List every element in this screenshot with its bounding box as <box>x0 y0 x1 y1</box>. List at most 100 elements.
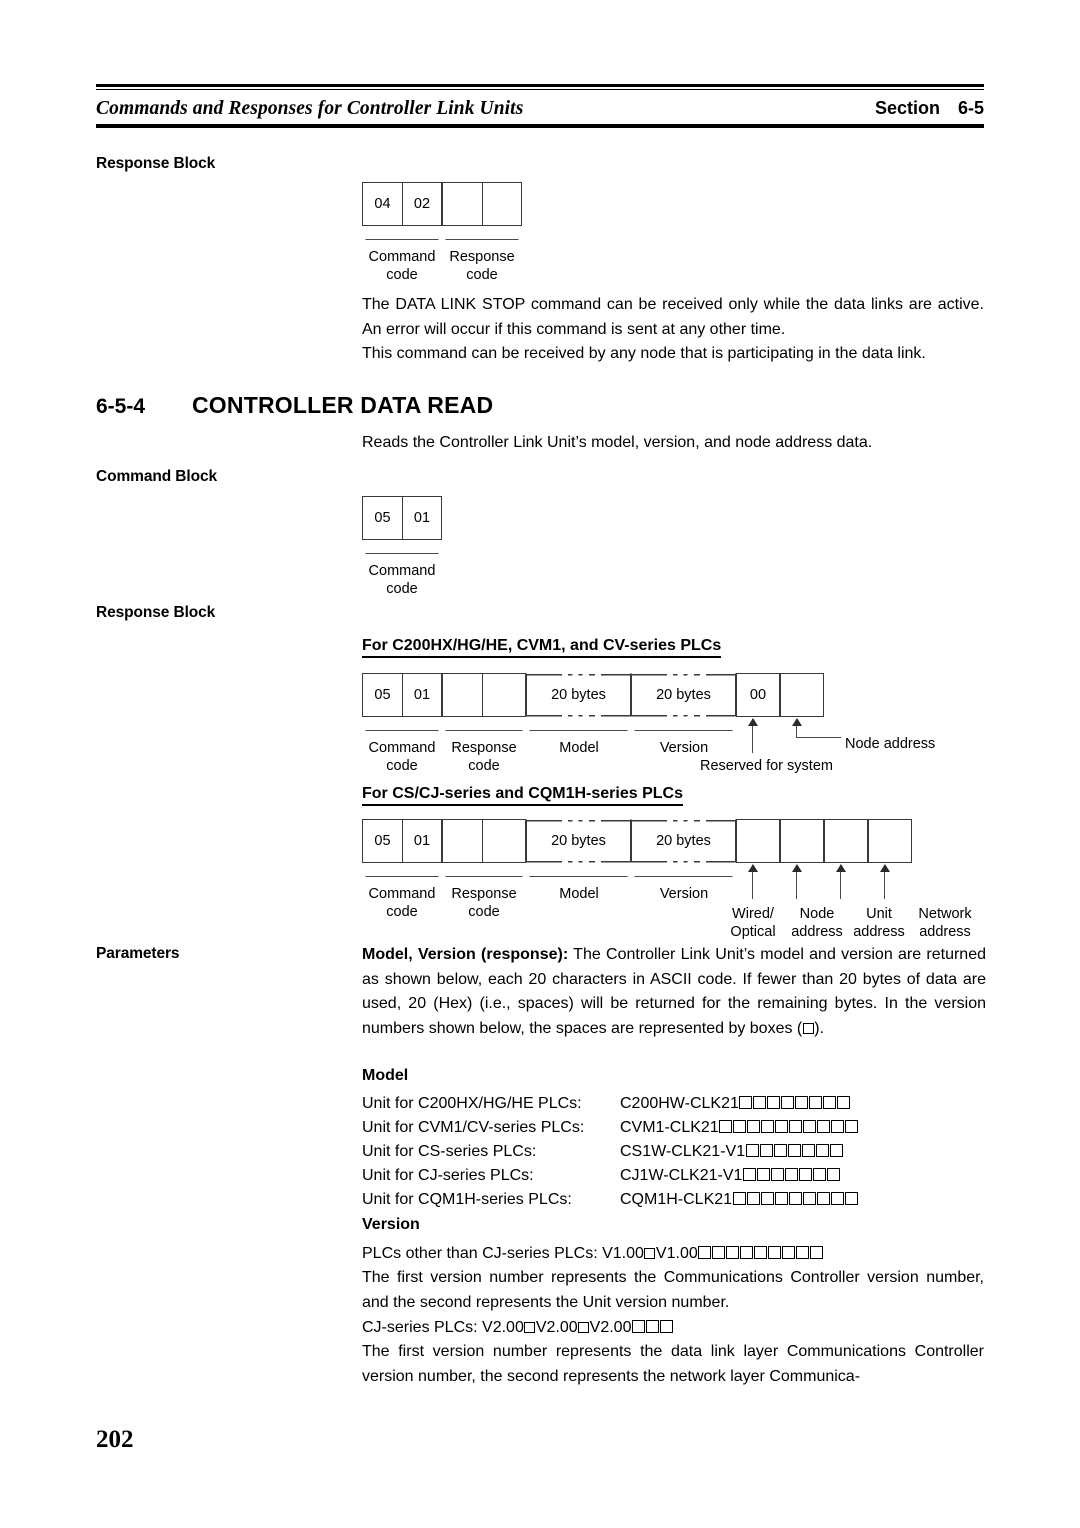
model-row-value: CS1W-CLK21-V1 <box>620 1143 746 1160</box>
box-glyph-icon <box>742 1168 756 1181</box>
box-glyph-icon <box>803 1120 817 1133</box>
box-glyph-icon <box>837 1096 851 1109</box>
box-glyph-icon <box>784 1168 798 1181</box>
header-section-number: 6-5 <box>957 98 984 118</box>
box-glyph-icon <box>802 1192 816 1205</box>
box-glyph-icon <box>775 1120 789 1133</box>
box-glyph-icon <box>698 1246 712 1259</box>
parameters-lead-bold: Model, Version (response): <box>362 946 569 963</box>
brace-model <box>532 863 625 877</box>
cell-model: 20 bytes <box>526 819 631 863</box>
diagram-labels: Command code Response code Model Version… <box>362 733 936 789</box>
cell-version: 20 bytes <box>631 673 736 717</box>
section-heading: 6-5-4 CONTROLLER DATA READ <box>96 392 493 419</box>
box-glyph-icon <box>815 1144 829 1157</box>
box-glyph-icon <box>631 1320 645 1333</box>
model-row-boxes <box>742 1167 840 1184</box>
cell-command-hi: 05 <box>362 673 403 717</box>
model-row-value: CQM1H-CLK21 <box>620 1191 733 1208</box>
brace-model <box>532 717 625 731</box>
model-row-label: Unit for CQM1H-series PLCs: <box>362 1191 572 1208</box>
label-wired-optical: Wired/ Optical <box>730 906 776 940</box>
box-glyph-icon <box>796 1246 810 1259</box>
box-glyph-icon <box>747 1120 761 1133</box>
label-node-address: Node address <box>845 736 936 752</box>
box-glyph-icon <box>782 1246 796 1259</box>
label-model: Model <box>559 886 599 902</box>
diagram-cells: 05 01 <box>362 496 442 540</box>
document-page: Commands and Responses for Controller Li… <box>0 0 1080 1528</box>
diagram-braces <box>362 540 442 556</box>
brace-response <box>448 717 520 731</box>
version-other-boxes <box>698 1245 824 1262</box>
version-other-v2: V1.00 <box>655 1245 698 1262</box>
diagram-labels: Command code Response code <box>362 242 522 286</box>
diagram-response-stop: 04 02 Command code Response code <box>362 182 522 286</box>
box-glyph-icon <box>817 1120 831 1133</box>
cell-command-hi: 05 <box>362 496 403 540</box>
label-response-code: Response code <box>449 249 515 283</box>
box-glyph-icon <box>712 1246 726 1259</box>
version-other-label: PLCs other than CJ-series PLCs: <box>362 1245 598 1262</box>
model-row: Unit for CS-series PLCs: CS1W-CLK21-V1 <box>362 1140 843 1164</box>
box-glyph-icon <box>801 1144 815 1157</box>
version-row-cj: CJ-series PLCs: V2.00 V2.00 V2.00 <box>362 1316 673 1340</box>
box-glyph-icon <box>810 1246 824 1259</box>
label-command-code: Command code <box>368 563 436 597</box>
cell-command-lo: 01 <box>402 496 442 540</box>
box-glyph-icon <box>830 1192 844 1205</box>
section-heading-title: CONTROLLER DATA READ <box>192 392 494 418</box>
model-row: Unit for CVM1/CV-series PLCs: CVM1-CLK21 <box>362 1116 859 1140</box>
diagram-cells: 05 01 20 bytes 20 bytes <box>362 819 912 863</box>
version-cj-v2: V2.00 <box>535 1319 578 1336</box>
heading-version: Version <box>362 1216 420 1233</box>
model-row-label: Unit for CVM1/CV-series PLCs: <box>362 1119 585 1136</box>
cell-model: 20 bytes <box>526 673 631 717</box>
diagram-labels: Command code <box>362 556 442 600</box>
model-row-boxes <box>745 1143 843 1160</box>
model-row-boxes <box>739 1095 851 1112</box>
label-unit-address: Unit address <box>853 906 905 940</box>
cell-node-address <box>780 673 824 717</box>
cell-wired-optical <box>736 819 780 863</box>
label-version: Version <box>659 740 709 756</box>
diagram-labels: Command code Response code Model Version… <box>362 879 972 940</box>
label-reserved-for-system: Reserved for system <box>700 758 833 774</box>
diagram-response-b: 05 01 20 bytes 20 bytes Command code Res… <box>362 819 972 940</box>
box-glyph-icon <box>774 1192 788 1205</box>
diagram-cells: 05 01 20 bytes 20 bytes 00 <box>362 673 824 717</box>
paragraph-version-cj-note: The first version number represents the … <box>362 1343 984 1385</box>
label-response-code: Response code <box>451 886 517 920</box>
cell-version: 20 bytes <box>631 819 736 863</box>
cell-command-lo: 01 <box>402 819 442 863</box>
box-glyph-icon <box>844 1192 858 1205</box>
header-title: Commands and Responses for Controller Li… <box>96 98 524 119</box>
brace-command <box>368 863 436 877</box>
box-glyph-icon <box>809 1096 823 1109</box>
page-header: Commands and Responses for Controller Li… <box>96 84 984 128</box>
box-glyph-icon <box>761 1120 775 1133</box>
box-glyph-icon <box>767 1096 781 1109</box>
box-glyph-icon <box>787 1144 801 1157</box>
model-row-value: C200HW-CLK21 <box>620 1095 739 1112</box>
diagram-braces <box>362 717 841 753</box>
box-glyph-icon <box>745 1144 759 1157</box>
box-glyph-icon <box>823 1096 837 1109</box>
cell-response-lo <box>482 819 526 863</box>
cell-command-lo: 02 <box>402 182 442 226</box>
box-glyph-icon <box>726 1246 740 1259</box>
model-row-label: Unit for CS-series PLCs: <box>362 1143 537 1160</box>
box-glyph-icon <box>768 1246 782 1259</box>
box-glyph-icon <box>770 1168 784 1181</box>
model-row-label: Unit for C200HX/HG/HE PLCs: <box>362 1095 582 1112</box>
model-row: Unit for CJ-series PLCs: CJ1W-CLK21-V1 <box>362 1164 840 1188</box>
box-glyph-icon <box>788 1192 802 1205</box>
box-glyph-icon <box>645 1320 659 1333</box>
cell-command-lo: 01 <box>402 673 442 717</box>
version-cj-v1: V2.00 <box>482 1319 524 1336</box>
subhead-cscj: For CS/CJ-series and CQM1H-series PLCs <box>362 785 683 806</box>
model-row-boxes <box>719 1119 859 1136</box>
box-glyph-icon <box>746 1192 760 1205</box>
diagram-command-read: 05 01 Command code <box>362 496 442 600</box>
brace-command <box>368 540 436 554</box>
